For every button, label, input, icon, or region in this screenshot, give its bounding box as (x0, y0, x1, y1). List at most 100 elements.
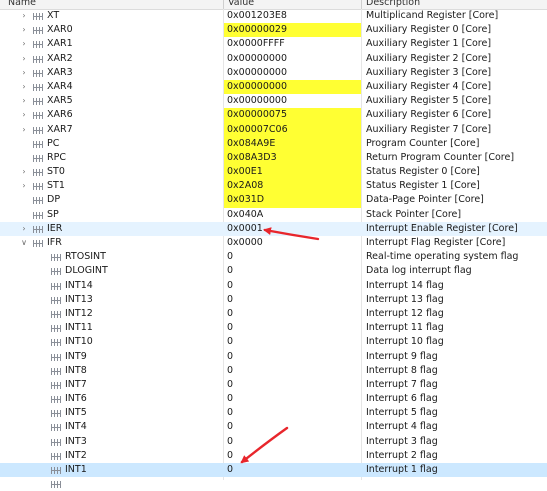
register-row[interactable]: › XAR1 0x0000FFFF Auxiliary Register 1 [Cor… (0, 37, 547, 51)
register-row[interactable]: RTOSINT 0 Real-time operating system flag (0, 250, 547, 264)
register-row[interactable]: INT4 0 Interrupt 4 flag (0, 420, 547, 434)
value-cell[interactable]: 0 (224, 392, 361, 406)
register-row[interactable]: ∨ IFR 0x0000 Interrupt Flag Register [Core] (0, 236, 547, 250)
expand-chevron-icon[interactable]: › (20, 9, 28, 23)
register-icon (51, 367, 61, 375)
expand-chevron-icon[interactable]: › (20, 165, 28, 179)
value-cell[interactable]: 0x00000000 (224, 52, 361, 66)
value-cell[interactable]: 0 (224, 264, 361, 278)
register-row[interactable]: › ST1 0x2A08 Status Register 1 [Core] (0, 179, 547, 194)
value-cell[interactable]: 0x00000000 (224, 94, 361, 108)
register-row[interactable] (0, 477, 547, 491)
value-cell[interactable]: 0 (224, 293, 361, 307)
value-cell[interactable]: 0x0000 (224, 236, 361, 250)
register-row[interactable]: › XAR3 0x00000000 Auxiliary Register 3 [Cor… (0, 66, 547, 80)
column-header-value[interactable]: Value (228, 0, 254, 8)
expand-chevron-icon[interactable]: › (20, 37, 28, 51)
register-row[interactable]: DLOGINT 0 Data log interrupt flag (0, 264, 547, 278)
name-cell: › IER (0, 222, 223, 236)
expand-chevron-icon[interactable]: › (20, 52, 28, 66)
register-row[interactable]: INT9 0 Interrupt 9 flag (0, 350, 547, 364)
expand-chevron-icon[interactable]: › (20, 123, 28, 137)
changed-value-cell[interactable]: 0x00007C06 (224, 122, 361, 137)
value-cell[interactable]: 0 (224, 364, 361, 378)
column-divider[interactable] (223, 0, 224, 9)
register-row[interactable]: INT13 0 Interrupt 13 flag (0, 293, 547, 307)
value-cell[interactable]: 0 (224, 463, 361, 477)
register-description: Auxiliary Register 1 [Core] (366, 38, 492, 50)
register-row[interactable]: INT11 0 Interrupt 11 flag (0, 321, 547, 335)
register-row[interactable]: INT5 0 Interrupt 5 flag (0, 406, 547, 420)
value-cell[interactable]: 0 (224, 449, 361, 463)
expand-chevron-icon[interactable]: › (20, 94, 28, 108)
value-cell[interactable]: 0 (224, 335, 361, 349)
register-icon (51, 424, 61, 432)
changed-value-cell[interactable]: 0x084A9E (224, 136, 361, 151)
value-cell[interactable]: 0 (224, 250, 361, 264)
value-cell[interactable] (224, 477, 361, 491)
register-value: 0x084A9E (227, 137, 276, 149)
column-header-description[interactable]: Description (366, 0, 420, 8)
register-row[interactable]: › XAR5 0x00000000 Auxiliary Register 5 [Cor… (0, 94, 547, 108)
register-row[interactable]: › XT 0x001203E8 Multiplicand Register [Core… (0, 9, 547, 23)
expand-chevron-icon[interactable]: › (20, 66, 28, 80)
column-header-name[interactable]: Name (8, 0, 36, 8)
changed-value-cell[interactable]: 0x00000075 (224, 108, 361, 123)
changed-value-cell[interactable]: 0x00E1 (224, 165, 361, 180)
collapse-chevron-icon[interactable]: ∨ (20, 236, 28, 250)
value-cell[interactable]: 0x040A (224, 208, 361, 222)
register-value: 0 (227, 378, 234, 390)
register-row[interactable]: INT14 0 Interrupt 14 flag (0, 279, 547, 293)
register-row[interactable]: › XAR6 0x00000075 Auxiliary Register 6 [Cor… (0, 108, 547, 123)
register-row[interactable]: INT12 0 Interrupt 12 flag (0, 307, 547, 321)
name-cell: › XAR4 (0, 80, 223, 94)
register-row[interactable]: › ST0 0x00E1 Status Register 0 [Core] (0, 165, 547, 180)
value-cell[interactable]: 0x00000000 (224, 66, 361, 80)
register-row[interactable]: › XAR7 0x00007C06 Auxiliary Register 7 [Cor… (0, 122, 547, 137)
expand-chevron-icon[interactable]: › (20, 23, 28, 37)
value-cell[interactable]: 0 (224, 378, 361, 392)
expand-chevron-icon[interactable]: › (20, 222, 28, 236)
register-row[interactable]: › XAR0 0x00000029 Auxiliary Register 0 [Cor… (0, 23, 547, 38)
changed-value-cell[interactable]: 0x2A08 (224, 179, 361, 194)
value-cell[interactable]: 0x0001 (224, 222, 361, 236)
register-icon (33, 169, 43, 177)
expand-chevron-icon[interactable]: › (20, 80, 28, 94)
register-row[interactable]: › XAR4 0x00000000 Auxiliary Register 4 [Cor… (0, 79, 547, 95)
register-row[interactable]: INT3 0 Interrupt 3 flag (0, 435, 547, 449)
register-description: Interrupt 9 flag (366, 350, 438, 362)
value-cell[interactable]: 0 (224, 406, 361, 420)
name-cell: INT10 (0, 335, 223, 349)
value-cell[interactable]: 0 (224, 435, 361, 449)
changed-value-cell[interactable]: 0x00000000 (224, 79, 361, 95)
register-row[interactable]: INT6 0 Interrupt 6 flag (0, 392, 547, 406)
register-row[interactable]: INT2 0 Interrupt 2 flag (0, 449, 547, 463)
changed-value-cell[interactable]: 0x00000029 (224, 23, 361, 38)
value-cell[interactable]: 0 (224, 307, 361, 321)
register-row[interactable]: RPC 0x08A3D3 Return Program Counter [Core] (0, 150, 547, 166)
register-value: 0x00E1 (227, 166, 263, 178)
changed-value-cell[interactable]: 0x08A3D3 (224, 150, 361, 166)
expand-chevron-icon[interactable]: › (20, 108, 28, 122)
value-cell[interactable]: 0x001203E8 (224, 9, 361, 23)
register-value: 0x00000000 (227, 95, 288, 107)
register-row[interactable]: › IER 0x0001 Interrupt Enable Register [Cor… (0, 221, 547, 236)
register-row[interactable]: INT8 0 Interrupt 8 flag (0, 364, 547, 378)
register-row[interactable]: INT7 0 Interrupt 7 flag (0, 378, 547, 392)
register-row[interactable]: SP 0x040A Stack Pointer [Core] (0, 208, 547, 222)
register-row[interactable]: INT1 0 Interrupt 1 flag (0, 463, 547, 478)
register-icon (33, 225, 43, 233)
value-cell[interactable]: 0 (224, 420, 361, 434)
register-row[interactable]: › XAR2 0x00000000 Auxiliary Register 2 [Cor… (0, 52, 547, 66)
value-cell[interactable]: 0 (224, 321, 361, 335)
register-row[interactable]: INT10 0 Interrupt 10 flag (0, 335, 547, 349)
column-divider[interactable] (361, 0, 362, 9)
value-cell[interactable]: 0 (224, 350, 361, 364)
value-cell[interactable]: 0 (224, 279, 361, 293)
value-cell[interactable]: 0x0000FFFF (224, 37, 361, 51)
register-row[interactable]: PC 0x084A9E Program Counter [Core] (0, 136, 547, 151)
changed-value-cell[interactable]: 0x031D (224, 193, 361, 208)
register-row[interactable]: DP 0x031D Data-Page Pointer [Core] (0, 193, 547, 208)
expand-chevron-icon[interactable]: › (20, 179, 28, 193)
description-cell: Auxiliary Register 6 [Core] (362, 108, 547, 122)
